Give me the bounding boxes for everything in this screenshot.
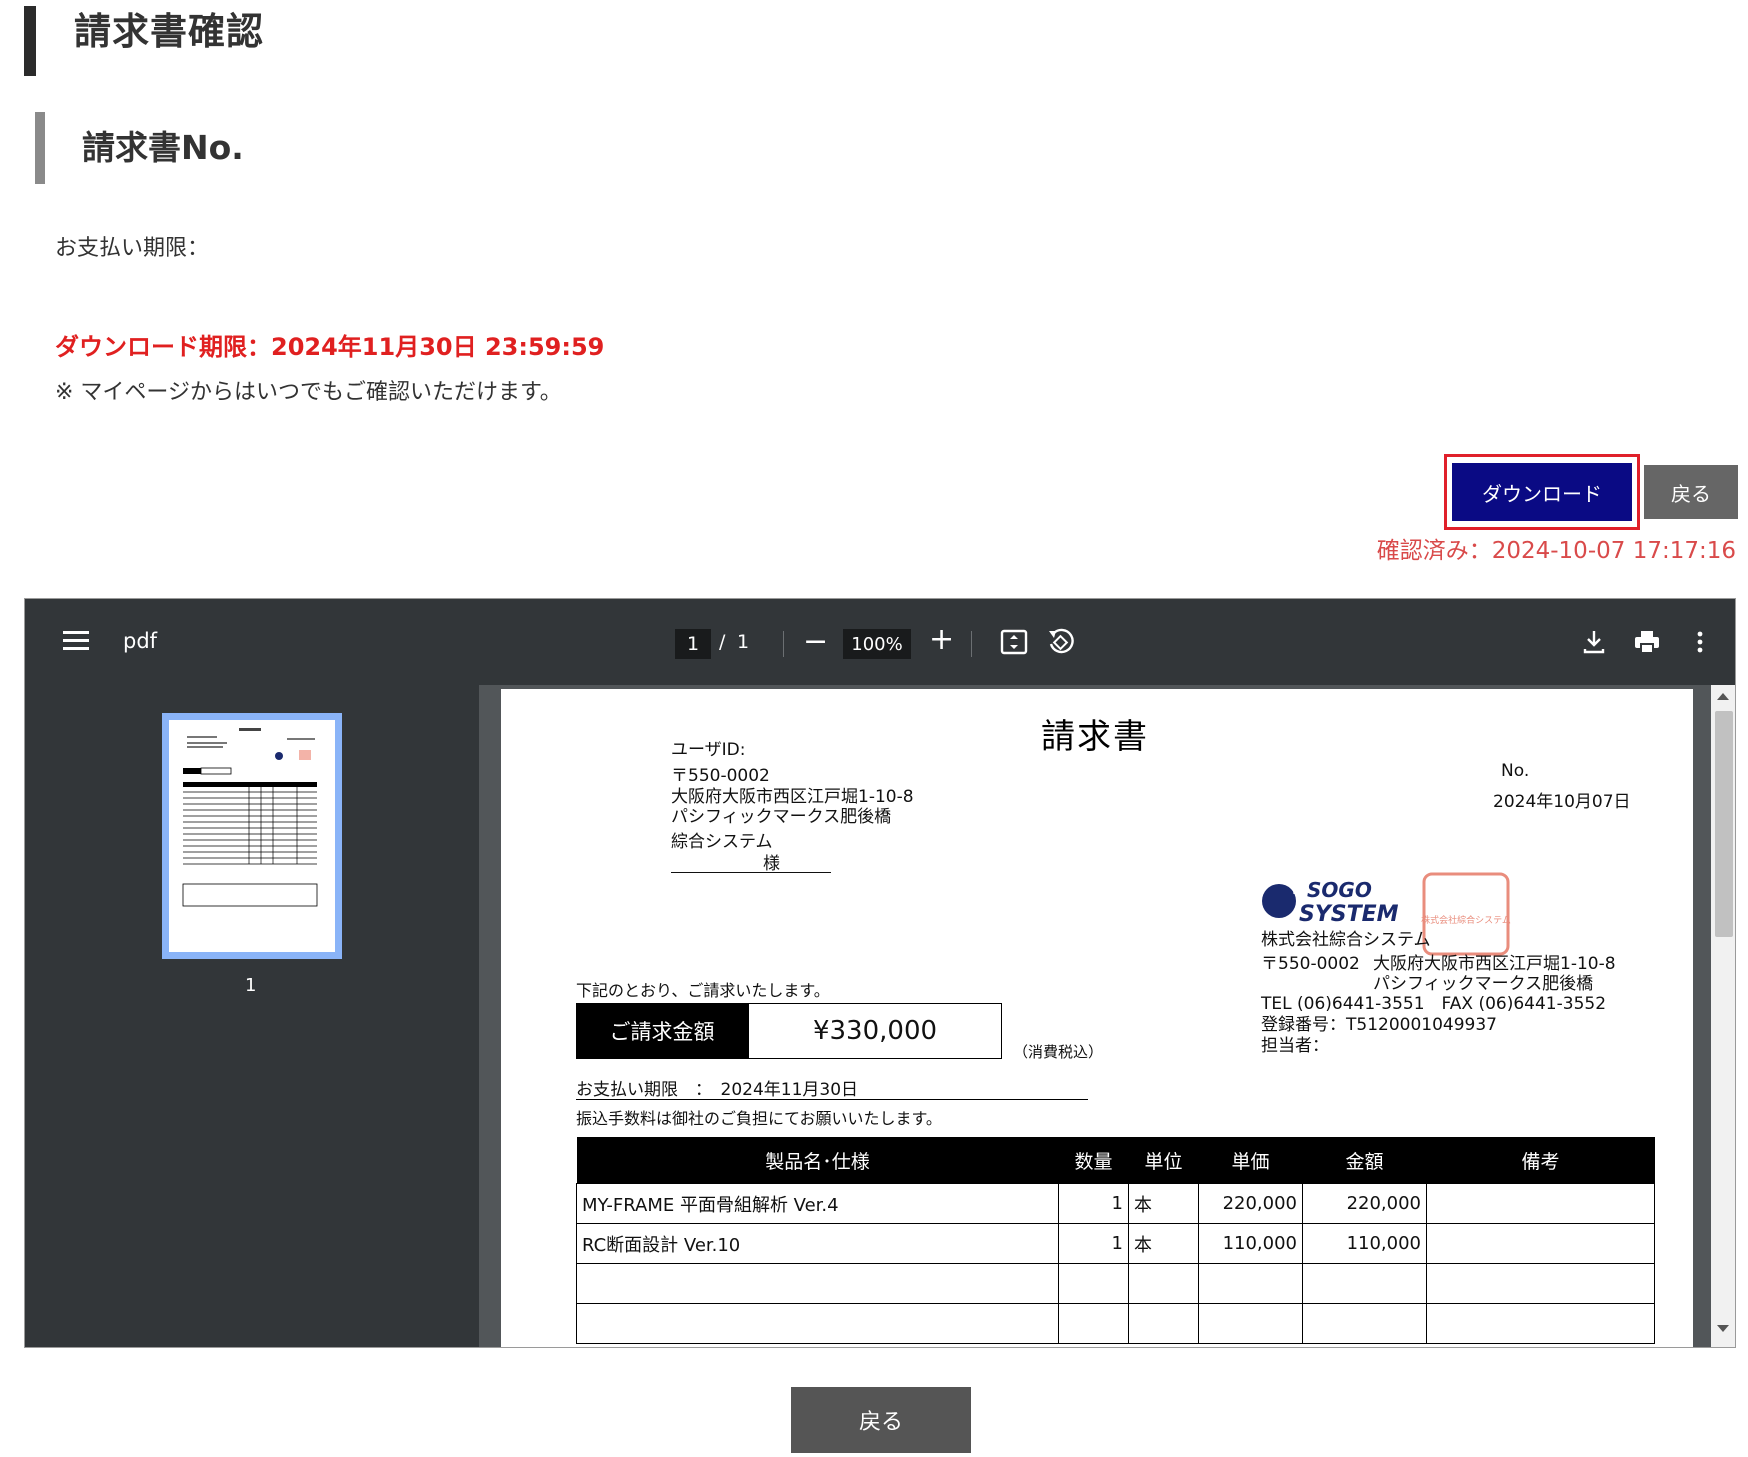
pdf-viewer: pdf 1 / 1 − 100% + 1 請求書 ユーザID: 〒550-000… — [24, 598, 1736, 1348]
recipient-address-2: パシフィックマークス肥後橋 — [671, 807, 892, 827]
more-options-icon[interactable] — [1685, 627, 1715, 657]
cell-remarks — [1426, 1223, 1655, 1264]
download-button[interactable]: ダウンロード — [1452, 463, 1632, 521]
fit-page-icon[interactable] — [999, 627, 1029, 657]
user-id-label: ユーザID: — [671, 740, 746, 760]
company-logo: SOGO SYSTEM — [1262, 878, 1399, 925]
cell-unit: 本 — [1128, 1223, 1199, 1264]
cell-qty — [1058, 1303, 1129, 1344]
toolbar-divider — [971, 631, 972, 657]
back-button-top[interactable]: 戻る — [1644, 465, 1738, 519]
back-button-bottom[interactable]: 戻る — [791, 1387, 971, 1453]
cell-amount — [1302, 1263, 1427, 1304]
column-header: 単価 — [1198, 1137, 1303, 1184]
thumbnail-page-number: 1 — [245, 975, 257, 996]
tax-note: （消費税込） — [1013, 1043, 1104, 1061]
table-header-row: 製品名･仕様 数量 単位 単価 金額 備考 — [576, 1137, 1655, 1184]
zoom-out-icon[interactable]: − — [803, 627, 828, 657]
pdf-title: pdf — [123, 629, 158, 653]
invoice-due-date: お支払い期限 ： 2024年11月30日 — [576, 1080, 859, 1100]
company-seal: 株式会社綜合システム — [1421, 872, 1511, 956]
column-header: 製品名･仕様 — [576, 1137, 1059, 1184]
page-number-input[interactable]: 1 — [675, 629, 711, 659]
cell-unit — [1128, 1263, 1199, 1304]
invoice-page: 請求書 ユーザID: 〒550-0002 大阪府大阪市西区江戸堀1-10-8 パ… — [501, 689, 1693, 1347]
page-total: 1 — [737, 631, 750, 653]
cell-unit-price: 110,000 — [1198, 1223, 1303, 1264]
download-icon[interactable] — [1579, 627, 1609, 657]
cell-unit-price — [1198, 1263, 1303, 1304]
invoice-number-heading: 請求書No. — [82, 128, 244, 167]
download-deadline: ダウンロード期限：2024年11月30日 23:59:59 — [55, 333, 605, 361]
scroll-down-icon[interactable] — [1717, 1325, 1729, 1332]
cell-qty — [1058, 1263, 1129, 1304]
rotate-icon[interactable] — [1045, 627, 1075, 657]
cell-product: MY-FRAME 平面骨組解析 Ver.4 — [576, 1183, 1059, 1224]
confirmed-timestamp: 確認済み：2024-10-07 17:17:16 — [1376, 538, 1736, 564]
cell-remarks — [1426, 1303, 1655, 1344]
pdf-toolbar: pdf 1 / 1 − 100% + — [25, 599, 1735, 685]
table-row — [576, 1263, 1655, 1304]
zoom-level-input[interactable]: 100% — [843, 629, 911, 659]
cell-amount: 110,000 — [1302, 1223, 1427, 1264]
menu-icon[interactable] — [63, 631, 89, 651]
invoice-no-label: No. — [1501, 761, 1530, 781]
table-row — [576, 1303, 1655, 1344]
column-header: 数量 — [1058, 1137, 1129, 1184]
scrollbar-thumb[interactable] — [1715, 711, 1733, 937]
print-icon[interactable] — [1632, 627, 1662, 657]
cell-unit-price — [1198, 1303, 1303, 1344]
toolbar-divider — [783, 631, 784, 657]
cell-unit: 本 — [1128, 1183, 1199, 1224]
issuer-person: 担当者： — [1261, 1036, 1329, 1056]
invoice-date: 2024年10月07日 — [1493, 792, 1631, 812]
logo-line-2: SYSTEM — [1299, 902, 1399, 925]
zoom-in-icon[interactable]: + — [929, 625, 954, 655]
cell-amount — [1302, 1303, 1427, 1344]
fee-note: 振込手数料は御社のご負担にてお願いいたします。 — [576, 1109, 942, 1128]
recipient-company: 綜合システム — [671, 832, 773, 852]
page-separator: / — [719, 631, 726, 653]
recipient-underline — [671, 872, 831, 873]
cell-product — [576, 1263, 1059, 1304]
cell-remarks — [1426, 1263, 1655, 1304]
honorific: 様 — [763, 854, 780, 874]
page-title: 請求書確認 — [74, 10, 264, 53]
thumbnail-preview — [182, 728, 318, 907]
page-thumbnail[interactable] — [162, 713, 342, 959]
seal-text: 株式会社綜合システム — [1421, 914, 1511, 926]
due-underline — [576, 1099, 1088, 1100]
cell-remarks — [1426, 1183, 1655, 1224]
column-header: 金額 — [1302, 1137, 1427, 1184]
scroll-up-icon[interactable] — [1717, 693, 1729, 700]
cell-unit — [1128, 1303, 1199, 1344]
subtitle-accent-bar — [35, 112, 45, 184]
column-header: 単位 — [1128, 1137, 1199, 1184]
cell-product: RC断面設計 Ver.10 — [576, 1223, 1059, 1264]
mypage-note: ※ マイページからはいつでもご確認いただけます。 — [55, 380, 562, 405]
cell-amount: 220,000 — [1302, 1183, 1427, 1224]
invoice-intro: 下記のとおり、ご請求いたします。 — [576, 981, 830, 1000]
cell-qty: 1 — [1058, 1223, 1129, 1264]
invoice-title: 請求書 — [1041, 717, 1149, 757]
cell-product — [576, 1303, 1059, 1344]
table-row: RC断面設計 Ver.10 1 本 110,000 110,000 — [576, 1223, 1655, 1264]
issuer-company: 株式会社綜合システム — [1261, 930, 1431, 950]
column-header: 備考 — [1426, 1137, 1655, 1184]
logo-line-1: SOGO — [1307, 878, 1372, 902]
line-items-table: 製品名･仕様 数量 単位 単価 金額 備考 MY-FRAME 平面骨組解析 Ve… — [576, 1137, 1655, 1344]
cell-qty: 1 — [1058, 1183, 1129, 1224]
title-accent-bar — [24, 6, 36, 76]
issuer-postal: 〒550-0002 — [1261, 954, 1360, 974]
payment-deadline-label: お支払い期限： — [55, 236, 210, 261]
table-row: MY-FRAME 平面骨組解析 Ver.4 1 本 220,000 220,00… — [576, 1183, 1655, 1224]
amount-value: ¥330,000 — [748, 1003, 1002, 1059]
thumbnail-sidebar: 1 — [25, 685, 479, 1347]
cell-unit-price: 220,000 — [1198, 1183, 1303, 1224]
thumbnail-image — [169, 720, 335, 952]
amount-label: ご請求金額 — [576, 1003, 748, 1059]
